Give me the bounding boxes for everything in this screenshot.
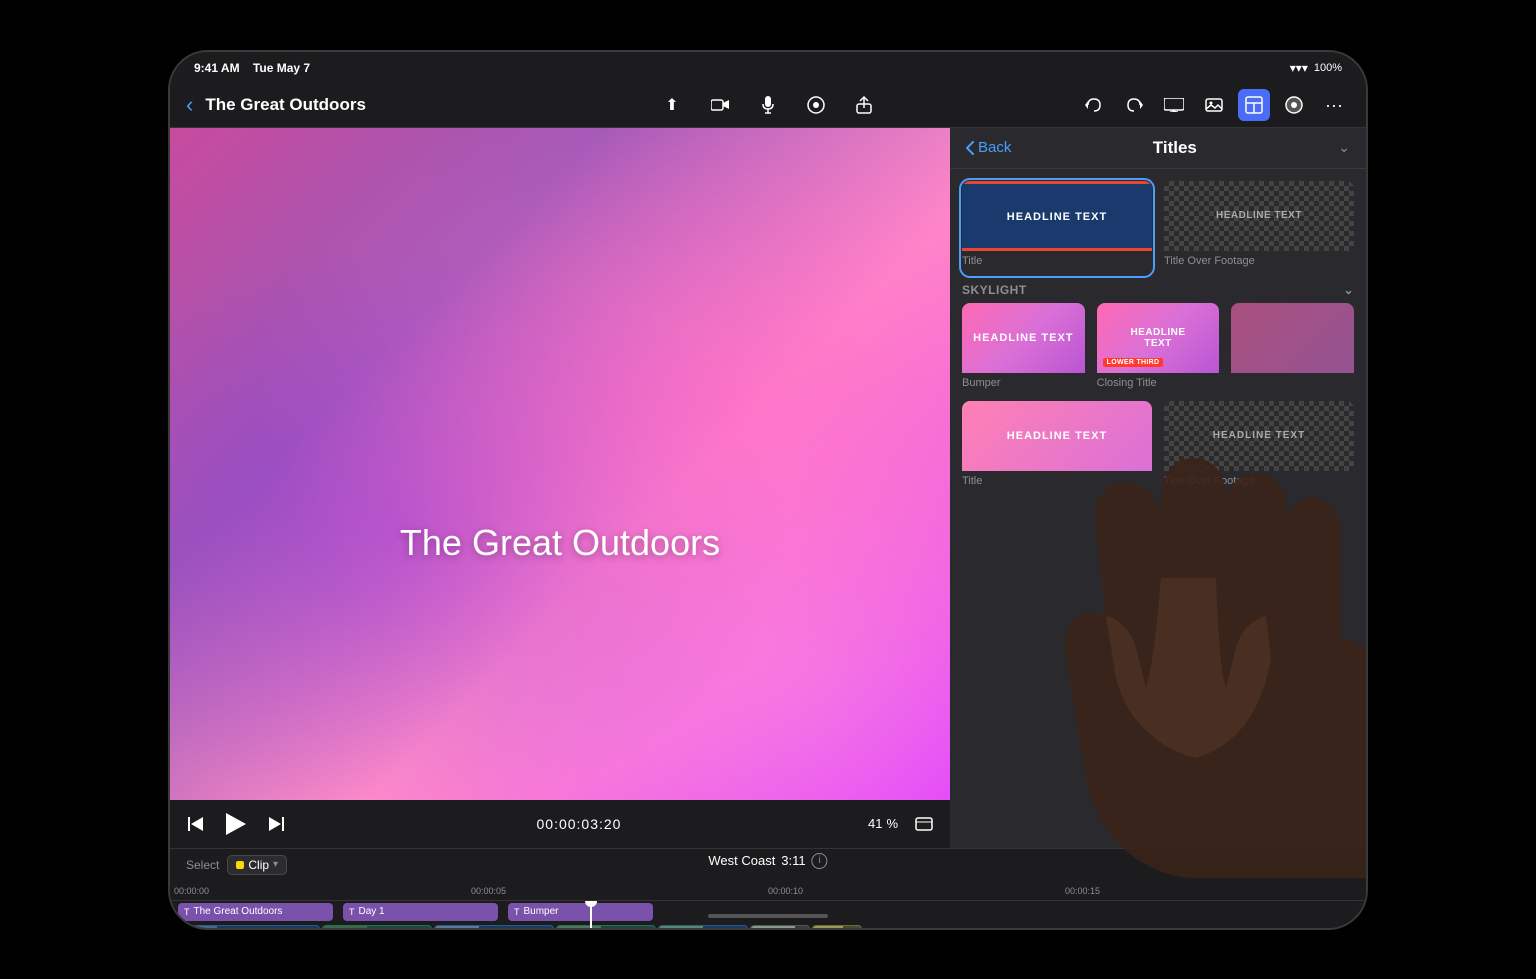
title-card-footage[interactable]: HEADLINE TEXT Title Over Footage xyxy=(1164,181,1354,275)
timecode-display: 00:00:03:20 xyxy=(302,816,856,832)
video-clip-water[interactable]: Running Water 2 xyxy=(434,925,554,930)
status-time: 9:41 AM Tue May 7 xyxy=(194,61,310,75)
redo-button[interactable] xyxy=(1118,89,1150,121)
settings-button[interactable] xyxy=(1278,89,1310,121)
voiceover-button[interactable] xyxy=(800,89,832,121)
track-titles: T The Great Outdoors T Day 1 T Bumper xyxy=(170,901,1366,923)
titles-panel: Back Titles ⌄ HEADLINE TEXT Title xyxy=(950,128,1366,848)
timeline-toolbar: Select Clip ▾ West Coast 3:11 i xyxy=(170,849,1366,881)
skip-forward-button[interactable] xyxy=(262,810,290,838)
title-thumb-skylight-title: HEADLINE TEXT xyxy=(962,401,1152,471)
video-preview: The Great Outdoors xyxy=(170,128,950,800)
title-clip-day1[interactable]: T Day 1 xyxy=(343,903,498,921)
ruler-3: 00:00:15 xyxy=(1065,886,1362,898)
titles-scroll-area[interactable]: HEADLINE TEXT Title HEADLINE TEXT Title … xyxy=(950,169,1366,848)
titles-skylight-row-2: HEADLINE TEXT Title HEADLINE TEXT Title … xyxy=(962,401,1354,495)
info-icon[interactable]: i xyxy=(812,853,828,869)
undo-button[interactable] xyxy=(1078,89,1110,121)
title-thumb-skylight-footage: HEADLINE TEXT xyxy=(1164,401,1354,471)
titles-back-button[interactable]: Back xyxy=(966,139,1011,156)
title-clip-bumper[interactable]: T Bumper xyxy=(508,903,653,921)
title-card-skylight-footage[interactable]: HEADLINE TEXT Title Over Footage xyxy=(1164,401,1354,495)
wifi-icon: ▾▾▾ xyxy=(1290,61,1308,75)
upload-button[interactable]: ⬆ xyxy=(656,89,688,121)
title-thumb-lower-third xyxy=(1231,303,1354,373)
expand-button[interactable]: ⌄ xyxy=(1338,139,1350,156)
titles-header: Back Titles ⌄ xyxy=(950,128,1366,169)
photos-button[interactable] xyxy=(1198,89,1230,121)
skylight-collapse-icon[interactable]: ⌄ xyxy=(1343,283,1354,297)
clip-dot xyxy=(236,861,244,869)
status-right: ▾▾▾ 100% xyxy=(1290,61,1342,75)
browser-button[interactable] xyxy=(1238,89,1270,121)
title-card-name-bumper: Bumper xyxy=(962,373,1085,397)
clip-thumb-7 xyxy=(813,926,843,930)
clip-thumb-helicopter xyxy=(173,926,217,930)
clip-thumb-5 xyxy=(659,926,703,930)
main-toolbar: ‹ The Great Outdoors ⬆ xyxy=(170,84,1366,128)
zoom-control[interactable]: 41 % xyxy=(868,816,898,831)
more-button[interactable]: ··· xyxy=(1318,89,1350,121)
video-clip-6[interactable] xyxy=(750,925,810,930)
video-clip-7[interactable] xyxy=(812,925,862,930)
title-clip-outdoors[interactable]: T The Great Outdoors xyxy=(178,903,333,921)
title-thumb-closing: HEADLINE TEXT LOWER THIRD xyxy=(1097,303,1220,373)
ruler-2: 00:00:10 xyxy=(768,886,1065,898)
titles-heading: Titles xyxy=(1019,138,1330,158)
ruler-1: 00:00:05 xyxy=(471,886,768,898)
title-card-name-title: Title xyxy=(962,251,1152,275)
main-content: The Great Outdoors xyxy=(170,128,1366,848)
playhead[interactable] xyxy=(590,901,592,930)
video-clip-mossy[interactable]: 🎥 Mossy Tree xyxy=(322,925,432,930)
title-card-title[interactable]: HEADLINE TEXT Title xyxy=(962,181,1152,275)
video-controls: 00:00:03:20 41 % xyxy=(170,800,950,848)
play-button[interactable] xyxy=(222,810,250,838)
lower-third-badge: LOWER THIRD xyxy=(1103,358,1164,367)
track-video: Helicopter 🎥 Mossy Tree Running Water 2 … xyxy=(170,923,1366,930)
video-clip-helicopter[interactable]: Helicopter xyxy=(172,925,320,930)
toolbar-center: ⬆ xyxy=(656,89,880,121)
title-thumb-standard: HEADLINE TEXT xyxy=(962,181,1152,251)
ruler-0: 00:00:00 xyxy=(174,886,471,898)
fullscreen-button[interactable] xyxy=(910,810,938,838)
mic-button[interactable] xyxy=(752,89,784,121)
video-panel: The Great Outdoors xyxy=(170,128,950,848)
timeline-project-info: West Coast 3:11 i xyxy=(708,853,827,869)
clip-thumb-6 xyxy=(751,926,795,930)
clip-thumb-mossy xyxy=(323,926,367,930)
clip-badge[interactable]: Clip ▾ xyxy=(227,855,287,875)
toolbar-right: ··· xyxy=(892,89,1350,121)
title-thumb-bumper: HEADLINE TEXT xyxy=(962,303,1085,373)
video-clip-5[interactable] xyxy=(658,925,748,930)
titles-row-1: HEADLINE TEXT Title HEADLINE TEXT Title … xyxy=(962,181,1354,275)
title-card-closing[interactable]: HEADLINE TEXT LOWER THIRD Closing Title xyxy=(1097,303,1220,397)
title-card-name-skylight-title: Title xyxy=(962,471,1152,495)
clip-dropdown-icon: ▾ xyxy=(273,859,278,870)
title-card-lower-third[interactable] xyxy=(1231,303,1354,397)
title-card-name-footage: Title Over Footage xyxy=(1164,251,1354,275)
clip-thumb-brook xyxy=(557,926,601,930)
title-card-name-skylight-footage: Title Over Footage xyxy=(1164,471,1354,495)
select-label: Select xyxy=(186,858,219,872)
display-button[interactable] xyxy=(1158,89,1190,121)
timeline-ruler: 00:00:00 00:00:05 00:00:10 00:00:15 xyxy=(170,881,1366,901)
title-thumb-footage: HEADLINE TEXT xyxy=(1164,181,1354,251)
title-card-skylight-title[interactable]: HEADLINE TEXT Title xyxy=(962,401,1152,495)
share-button[interactable] xyxy=(848,89,880,121)
title-card-bumper[interactable]: HEADLINE TEXT Bumper xyxy=(962,303,1085,397)
clip-thumb-water xyxy=(435,926,479,930)
battery-icon: 100% xyxy=(1314,62,1342,74)
video-title-overlay: The Great Outdoors xyxy=(400,522,720,564)
video-clip-brook[interactable]: Brook xyxy=(556,925,656,930)
toolbar-left: ‹ The Great Outdoors xyxy=(186,92,644,118)
camera-button[interactable] xyxy=(704,89,736,121)
skip-back-button[interactable] xyxy=(182,810,210,838)
status-bar: 9:41 AM Tue May 7 ▾▾▾ 100% xyxy=(170,52,1366,84)
skylight-section-label: SKYLIGHT ⌄ xyxy=(962,283,1354,297)
home-indicator xyxy=(708,914,828,918)
title-card-name-closing: Closing Title xyxy=(1097,373,1220,397)
back-button[interactable]: ‹ xyxy=(186,92,193,118)
project-title: The Great Outdoors xyxy=(205,95,366,115)
titles-skylight-row-1: HEADLINE TEXT Bumper HEADLINE TEXT LOWER… xyxy=(962,303,1354,397)
